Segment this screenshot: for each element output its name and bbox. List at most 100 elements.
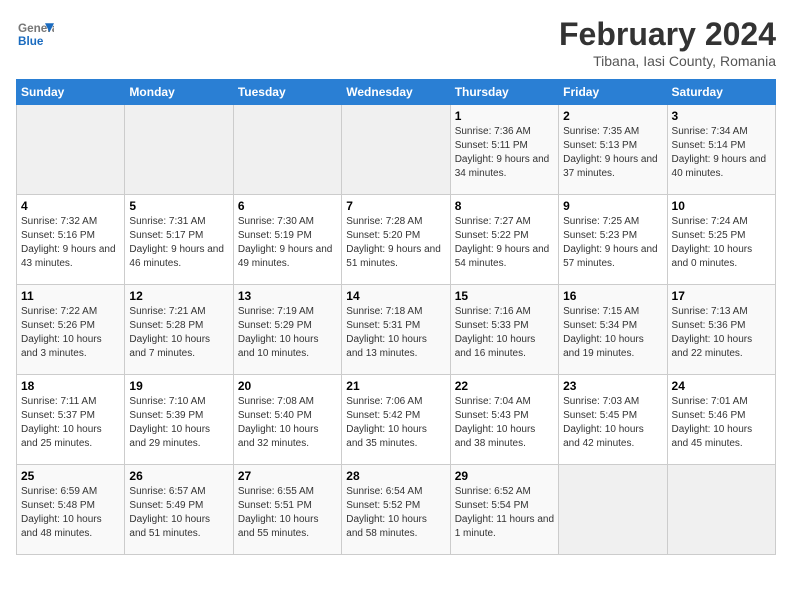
calendar-cell: 28 Sunrise: 6:54 AM Sunset: 5:52 PM Dayli… — [342, 465, 450, 555]
calendar-cell: 1 Sunrise: 7:36 AM Sunset: 5:11 PM Daylig… — [450, 105, 558, 195]
calendar-cell — [233, 105, 341, 195]
day-number: 13 — [238, 289, 337, 303]
day-info: Sunrise: 7:06 AM Sunset: 5:42 PM Dayligh… — [346, 395, 445, 451]
day-info: Sunrise: 6:57 AM Sunset: 5:49 PM Dayligh… — [129, 485, 228, 541]
calendar-cell: 25 Sunrise: 6:59 AM Sunset: 5:48 PM Dayli… — [17, 465, 125, 555]
day-info: Sunrise: 7:13 AM Sunset: 5:36 PM Dayligh… — [672, 305, 771, 361]
day-info: Sunrise: 6:54 AM Sunset: 5:52 PM Dayligh… — [346, 485, 445, 541]
day-number: 21 — [346, 379, 445, 393]
day-info: Sunrise: 7:18 AM Sunset: 5:31 PM Dayligh… — [346, 305, 445, 361]
calendar-cell: 20 Sunrise: 7:08 AM Sunset: 5:40 PM Dayli… — [233, 375, 341, 465]
calendar-week-row: 4 Sunrise: 7:32 AM Sunset: 5:16 PM Daylig… — [17, 195, 776, 285]
day-number: 11 — [21, 289, 120, 303]
day-info: Sunrise: 7:32 AM Sunset: 5:16 PM Dayligh… — [21, 215, 120, 271]
calendar-cell: 23 Sunrise: 7:03 AM Sunset: 5:45 PM Dayli… — [559, 375, 667, 465]
day-number: 22 — [455, 379, 554, 393]
day-info: Sunrise: 6:59 AM Sunset: 5:48 PM Dayligh… — [21, 485, 120, 541]
col-monday: Monday — [125, 80, 233, 105]
calendar-cell: 18 Sunrise: 7:11 AM Sunset: 5:37 PM Dayli… — [17, 375, 125, 465]
calendar-cell: 4 Sunrise: 7:32 AM Sunset: 5:16 PM Daylig… — [17, 195, 125, 285]
header-row: Sunday Monday Tuesday Wednesday Thursday… — [17, 80, 776, 105]
day-info: Sunrise: 7:19 AM Sunset: 5:29 PM Dayligh… — [238, 305, 337, 361]
day-number: 23 — [563, 379, 662, 393]
calendar-table: Sunday Monday Tuesday Wednesday Thursday… — [16, 79, 776, 555]
calendar-cell: 27Sunrise: 6:55 AM Sunset: 5:51 PM Dayli… — [233, 465, 341, 555]
day-number: 12 — [129, 289, 228, 303]
day-info: Sunrise: 6:55 AM Sunset: 5:51 PM Dayligh… — [238, 485, 337, 541]
day-info: Sunrise: 7:35 AM Sunset: 5:13 PM Dayligh… — [563, 125, 662, 181]
calendar-cell: 22 Sunrise: 7:04 AM Sunset: 5:43 PM Dayli… — [450, 375, 558, 465]
calendar-cell: 19 Sunrise: 7:10 AM Sunset: 5:39 PM Dayli… — [125, 375, 233, 465]
calendar-cell: 17Sunrise: 7:13 AM Sunset: 5:36 PM Dayli… — [667, 285, 775, 375]
col-friday: Friday — [559, 80, 667, 105]
day-info: Sunrise: 7:04 AM Sunset: 5:43 PM Dayligh… — [455, 395, 554, 451]
day-info: Sunrise: 7:11 AM Sunset: 5:37 PM Dayligh… — [21, 395, 120, 451]
calendar-cell — [125, 105, 233, 195]
day-info: Sunrise: 7:31 AM Sunset: 5:17 PM Dayligh… — [129, 215, 228, 271]
day-number: 4 — [21, 199, 120, 213]
calendar-cell: 12Sunrise: 7:21 AM Sunset: 5:28 PM Dayli… — [125, 285, 233, 375]
day-number: 16 — [563, 289, 662, 303]
calendar-cell — [342, 105, 450, 195]
title-area: February 2024 Tibana, Iasi County, Roman… — [559, 16, 776, 69]
calendar-cell: 29 Sunrise: 6:52 AM Sunset: 5:54 PM Dayli… — [450, 465, 558, 555]
calendar-cell: 16Sunrise: 7:15 AM Sunset: 5:34 PM Dayli… — [559, 285, 667, 375]
day-info: Sunrise: 7:16 AM Sunset: 5:33 PM Dayligh… — [455, 305, 554, 361]
svg-text:Blue: Blue — [18, 35, 44, 48]
day-number: 6 — [238, 199, 337, 213]
day-number: 15 — [455, 289, 554, 303]
day-info: Sunrise: 7:30 AM Sunset: 5:19 PM Dayligh… — [238, 215, 337, 271]
day-info: Sunrise: 6:52 AM Sunset: 5:54 PM Dayligh… — [455, 485, 554, 541]
day-number: 26 — [129, 469, 228, 483]
day-info: Sunrise: 7:27 AM Sunset: 5:22 PM Dayligh… — [455, 215, 554, 271]
header: General Blue February 2024 Tibana, Iasi … — [16, 16, 776, 69]
calendar-title: February 2024 — [559, 16, 776, 53]
day-number: 10 — [672, 199, 771, 213]
calendar-cell — [17, 105, 125, 195]
calendar-cell: 2 Sunrise: 7:35 AM Sunset: 5:13 PM Daylig… — [559, 105, 667, 195]
day-info: Sunrise: 7:28 AM Sunset: 5:20 PM Dayligh… — [346, 215, 445, 271]
calendar-week-row: 25 Sunrise: 6:59 AM Sunset: 5:48 PM Dayli… — [17, 465, 776, 555]
calendar-cell: 9Sunrise: 7:25 AM Sunset: 5:23 PM Daylig… — [559, 195, 667, 285]
calendar-subtitle: Tibana, Iasi County, Romania — [559, 53, 776, 69]
calendar-cell — [667, 465, 775, 555]
logo: General Blue — [16, 16, 54, 57]
calendar-cell: 15 Sunrise: 7:16 AM Sunset: 5:33 PM Dayli… — [450, 285, 558, 375]
day-info: Sunrise: 7:36 AM Sunset: 5:11 PM Dayligh… — [455, 125, 554, 181]
day-number: 18 — [21, 379, 120, 393]
day-info: Sunrise: 7:34 AM Sunset: 5:14 PM Dayligh… — [672, 125, 771, 181]
calendar-week-row: 18 Sunrise: 7:11 AM Sunset: 5:37 PM Dayli… — [17, 375, 776, 465]
day-info: Sunrise: 7:08 AM Sunset: 5:40 PM Dayligh… — [238, 395, 337, 451]
calendar-week-row: 1 Sunrise: 7:36 AM Sunset: 5:11 PM Daylig… — [17, 105, 776, 195]
day-info: Sunrise: 7:03 AM Sunset: 5:45 PM Dayligh… — [563, 395, 662, 451]
col-tuesday: Tuesday — [233, 80, 341, 105]
calendar-cell: 6 Sunrise: 7:30 AM Sunset: 5:19 PM Daylig… — [233, 195, 341, 285]
col-sunday: Sunday — [17, 80, 125, 105]
calendar-cell: 3Sunrise: 7:34 AM Sunset: 5:14 PM Daylig… — [667, 105, 775, 195]
calendar-cell: 14 Sunrise: 7:18 AM Sunset: 5:31 PM Dayli… — [342, 285, 450, 375]
day-number: 20 — [238, 379, 337, 393]
day-number: 2 — [563, 109, 662, 123]
calendar-cell: 24Sunrise: 7:01 AM Sunset: 5:46 PM Dayli… — [667, 375, 775, 465]
col-thursday: Thursday — [450, 80, 558, 105]
day-number: 7 — [346, 199, 445, 213]
day-info: Sunrise: 7:24 AM Sunset: 5:25 PM Dayligh… — [672, 215, 771, 271]
day-number: 29 — [455, 469, 554, 483]
calendar-cell: 26 Sunrise: 6:57 AM Sunset: 5:49 PM Dayli… — [125, 465, 233, 555]
calendar-cell: 21 Sunrise: 7:06 AM Sunset: 5:42 PM Dayli… — [342, 375, 450, 465]
day-number: 14 — [346, 289, 445, 303]
day-number: 1 — [455, 109, 554, 123]
day-number: 25 — [21, 469, 120, 483]
logo-icon: General Blue — [18, 16, 54, 52]
day-number: 8 — [455, 199, 554, 213]
day-number: 28 — [346, 469, 445, 483]
col-wednesday: Wednesday — [342, 80, 450, 105]
day-info: Sunrise: 7:10 AM Sunset: 5:39 PM Dayligh… — [129, 395, 228, 451]
calendar-cell: 8 Sunrise: 7:27 AM Sunset: 5:22 PM Daylig… — [450, 195, 558, 285]
calendar-week-row: 11 Sunrise: 7:22 AM Sunset: 5:26 PM Dayli… — [17, 285, 776, 375]
day-number: 24 — [672, 379, 771, 393]
day-number: 19 — [129, 379, 228, 393]
day-info: Sunrise: 7:22 AM Sunset: 5:26 PM Dayligh… — [21, 305, 120, 361]
day-number: 9 — [563, 199, 662, 213]
col-saturday: Saturday — [667, 80, 775, 105]
